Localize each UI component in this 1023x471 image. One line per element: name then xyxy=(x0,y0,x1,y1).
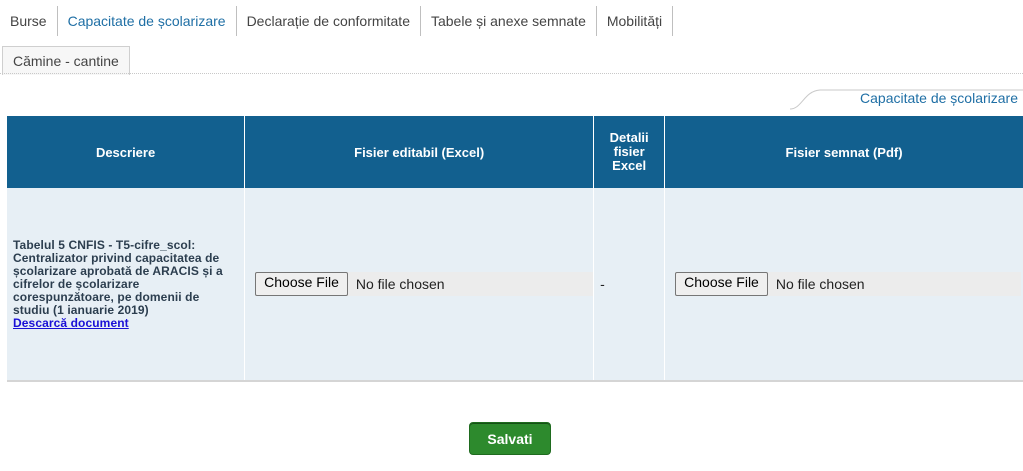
tab-bar: Burse Capacitate de școlarizare Declaraț… xyxy=(0,0,1023,80)
tab-row-2: Cămine - cantine xyxy=(0,46,130,76)
tab-divider xyxy=(0,73,1023,75)
header-excel: Fisier editabil (Excel) xyxy=(244,116,595,188)
section-title: Capacitate de școlarizare xyxy=(860,90,1018,106)
pdf-file-input[interactable]: Choose File No file chosen xyxy=(675,272,1023,296)
table-row: Tabelul 5 CNFIS - T5-cifre_scol: Central… xyxy=(7,188,1023,380)
pdf-choose-file-button[interactable]: Choose File xyxy=(675,272,768,296)
description-text: Tabelul 5 CNFIS - T5-cifre_scol: Central… xyxy=(13,237,223,317)
documents-table: Descriere Fisier editabil (Excel) Detali… xyxy=(7,116,1023,380)
description-block: Tabelul 5 CNFIS - T5-cifre_scol: Central… xyxy=(7,237,244,330)
tab-camine[interactable]: Cămine - cantine xyxy=(2,46,130,75)
details-value: - xyxy=(600,276,605,292)
tab-row-1: Burse Capacitate de școlarizare Declaraț… xyxy=(0,6,674,36)
save-button[interactable]: Salvati xyxy=(469,422,551,455)
tab-tabele[interactable]: Tabele și anexe semnate xyxy=(421,6,597,36)
excel-choose-file-button[interactable]: Choose File xyxy=(255,272,348,296)
header-pdf: Fisier semnat (Pdf) xyxy=(664,116,1023,188)
download-link[interactable]: Descarcă document xyxy=(13,316,238,330)
cell-excel: Choose File No file chosen xyxy=(244,188,595,380)
cell-descriere: Tabelul 5 CNFIS - T5-cifre_scol: Central… xyxy=(7,188,246,380)
tab-declaratie[interactable]: Declarație de conformitate xyxy=(237,6,421,36)
tab-burse[interactable]: Burse xyxy=(0,6,58,36)
header-descriere: Descriere xyxy=(7,116,246,188)
tab-capacitate[interactable]: Capacitate de școlarizare xyxy=(58,6,237,36)
header-detalii: Detalii fisier Excel xyxy=(593,116,666,188)
cell-pdf: Choose File No file chosen xyxy=(664,188,1023,380)
pdf-file-status: No file chosen xyxy=(775,276,865,292)
table-header-row: Descriere Fisier editabil (Excel) Detali… xyxy=(7,116,1023,188)
excel-file-status: No file chosen xyxy=(355,276,445,292)
tab-mobilitati[interactable]: Mobilități xyxy=(597,6,674,36)
cell-detalii: - xyxy=(593,188,666,380)
excel-file-input[interactable]: Choose File No file chosen xyxy=(255,272,594,296)
table-bottom-border xyxy=(7,380,1023,382)
